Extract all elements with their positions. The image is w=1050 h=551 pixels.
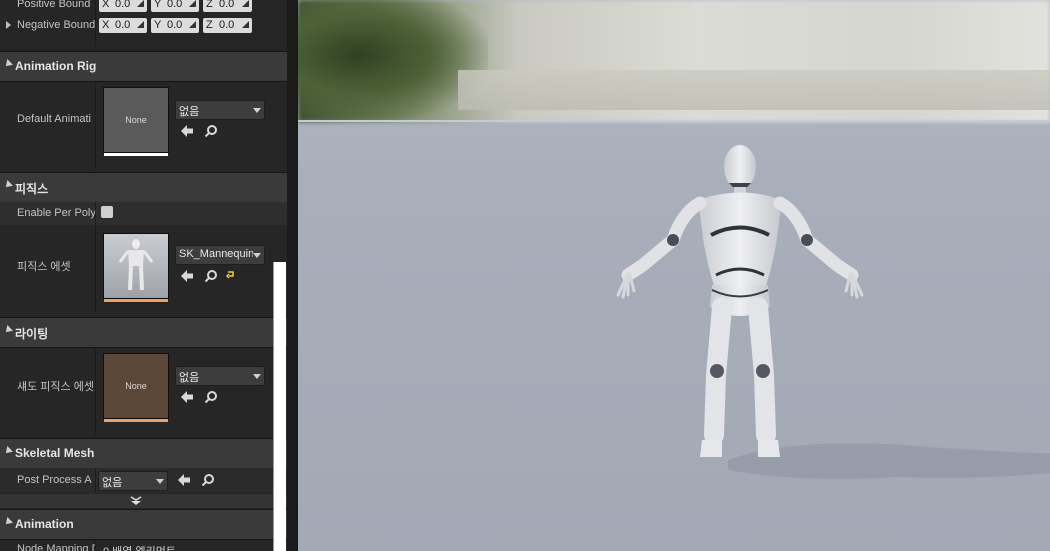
category-title: Skeletal Mesh bbox=[15, 446, 95, 460]
positive-bound-z-field[interactable]: Z 0.0 bbox=[203, 0, 252, 12]
thumbnail-none-label: None bbox=[125, 115, 147, 125]
enable-per-poly-row: Enable Per Poly bbox=[0, 202, 287, 225]
enable-per-poly-checkbox[interactable] bbox=[101, 206, 113, 218]
collapse-triangle-icon bbox=[3, 59, 13, 69]
default-rig-combo[interactable]: 없음 bbox=[175, 100, 265, 120]
mannequin-model[interactable] bbox=[598, 135, 1050, 495]
drag-corner-icon bbox=[242, 21, 249, 28]
column-divider[interactable] bbox=[95, 468, 96, 493]
collapse-triangle-icon bbox=[3, 446, 13, 456]
physics-asset-thumbnail[interactable] bbox=[103, 233, 169, 302]
node-mapping-row: Node Mapping D 0 배열 엘리먼트 bbox=[0, 539, 287, 551]
positive-z-value: 0.0 bbox=[219, 0, 235, 10]
post-process-label: Post Process A bbox=[17, 474, 92, 486]
negative-y-value: 0.0 bbox=[167, 19, 183, 31]
browse-magnifier-icon[interactable] bbox=[201, 473, 215, 487]
collapse-triangle-icon bbox=[3, 325, 13, 335]
chevron-down-icon bbox=[253, 374, 261, 379]
asset-type-color-bar bbox=[104, 299, 168, 302]
physics-asset-label: 피직스 에셋 bbox=[17, 261, 71, 273]
axis-x-label: X bbox=[102, 19, 110, 31]
mannequin-thumbnail-icon bbox=[118, 239, 154, 291]
shadow-physics-thumbnail[interactable]: None bbox=[103, 353, 169, 422]
category-animation-rig[interactable]: Animation Rig bbox=[0, 51, 287, 82]
use-selected-arrow-icon[interactable] bbox=[180, 390, 194, 404]
thumbnail-none-label: None bbox=[125, 381, 147, 391]
browse-magnifier-icon[interactable] bbox=[204, 390, 218, 404]
positive-x-value: 0.0 bbox=[115, 0, 131, 10]
negative-bound-y-field[interactable]: Y 0.0 bbox=[151, 18, 199, 33]
drag-corner-icon bbox=[242, 0, 249, 7]
drag-corner-icon bbox=[189, 0, 196, 7]
enable-per-poly-label: Enable Per Poly bbox=[17, 207, 95, 219]
category-title: 라이팅 bbox=[15, 327, 49, 341]
category-physics[interactable]: 피직스 bbox=[0, 172, 287, 203]
axis-y-label: Y bbox=[154, 0, 162, 10]
collapse-triangle-icon bbox=[3, 517, 13, 527]
expand-chevron-icon bbox=[130, 496, 142, 505]
combo-value: SK_Mannequin bbox=[179, 248, 253, 260]
chevron-down-icon bbox=[253, 108, 261, 113]
positive-bound-x-field[interactable]: X 0.0 bbox=[99, 0, 147, 12]
post-process-combo[interactable]: 없음 bbox=[98, 471, 168, 491]
background-fence bbox=[458, 70, 1050, 110]
floor-horizon bbox=[298, 120, 1050, 122]
use-selected-arrow-icon[interactable] bbox=[180, 269, 194, 283]
shadow-physics-combo[interactable]: 없음 bbox=[175, 366, 265, 386]
collapse-triangle-icon bbox=[3, 180, 13, 190]
category-title: Animation Rig bbox=[15, 59, 97, 73]
column-divider[interactable] bbox=[95, 82, 96, 170]
browse-magnifier-icon[interactable] bbox=[204, 124, 218, 138]
axis-y-label: Y bbox=[154, 19, 162, 31]
details-panel: Positive Bound X 0.0 Y 0.0 Z 0.0 Negativ… bbox=[0, 0, 295, 551]
axis-z-label: Z bbox=[206, 19, 213, 31]
negative-bound-label: Negative Bound bbox=[17, 19, 95, 31]
panel-splitter[interactable] bbox=[287, 0, 295, 551]
negative-x-value: 0.0 bbox=[115, 19, 131, 31]
browse-magnifier-icon[interactable] bbox=[204, 269, 218, 283]
category-lighting[interactable]: 라이팅 bbox=[0, 317, 287, 348]
reset-to-default-icon[interactable] bbox=[226, 270, 236, 280]
drag-corner-icon bbox=[137, 21, 144, 28]
default-rig-thumbnail[interactable]: None bbox=[103, 87, 169, 156]
preview-viewport[interactable] bbox=[298, 0, 1050, 551]
axis-x-label: X bbox=[102, 0, 110, 10]
column-divider[interactable] bbox=[95, 347, 96, 435]
node-mapping-label: Node Mapping D bbox=[17, 543, 95, 551]
asset-type-color-bar bbox=[104, 419, 168, 422]
post-process-row: Post Process A 없음 bbox=[0, 468, 287, 493]
combo-value: 없음 bbox=[179, 372, 200, 384]
drag-corner-icon bbox=[189, 21, 196, 28]
physics-asset-combo[interactable]: SK_Mannequin bbox=[175, 245, 265, 265]
node-mapping-value: 0 배열 엘리먼트 bbox=[103, 543, 176, 551]
shadow-physics-asset-label: 섀도 피직스 에셋 bbox=[17, 381, 94, 393]
category-title: 피직스 bbox=[15, 182, 49, 196]
column-divider[interactable] bbox=[95, 539, 96, 551]
negative-bound-row: Negative Bound X 0.0 Y 0.0 Z 0.0 bbox=[0, 14, 287, 38]
drag-corner-icon bbox=[137, 0, 144, 7]
chevron-down-icon bbox=[156, 479, 164, 484]
category-title: Animation bbox=[15, 517, 74, 531]
column-divider[interactable] bbox=[95, 202, 96, 312]
positive-bound-label: Positive Bound bbox=[17, 0, 91, 10]
category-skeletal-mesh[interactable]: Skeletal Mesh bbox=[0, 438, 287, 469]
expand-arrow-icon[interactable] bbox=[6, 21, 11, 29]
default-animating-rig-label: Default Animati bbox=[17, 113, 91, 125]
combo-value: 없음 bbox=[179, 106, 200, 118]
combo-value: 없음 bbox=[102, 477, 123, 489]
advanced-expander[interactable] bbox=[0, 494, 287, 508]
details-scrollbar[interactable] bbox=[273, 262, 286, 551]
category-animation[interactable]: Animation bbox=[0, 509, 287, 540]
positive-bound-y-field[interactable]: Y 0.0 bbox=[151, 0, 199, 12]
negative-bound-x-field[interactable]: X 0.0 bbox=[99, 18, 147, 33]
positive-y-value: 0.0 bbox=[167, 0, 183, 10]
use-selected-arrow-icon[interactable] bbox=[177, 473, 191, 487]
use-selected-arrow-icon[interactable] bbox=[180, 124, 194, 138]
chevron-down-icon bbox=[253, 253, 261, 258]
positive-bound-row: Positive Bound X 0.0 Y 0.0 Z 0.0 bbox=[0, 0, 287, 14]
negative-z-value: 0.0 bbox=[219, 19, 235, 31]
axis-z-label: Z bbox=[206, 0, 213, 10]
asset-type-color-bar bbox=[104, 153, 168, 156]
negative-bound-z-field[interactable]: Z 0.0 bbox=[203, 18, 252, 33]
